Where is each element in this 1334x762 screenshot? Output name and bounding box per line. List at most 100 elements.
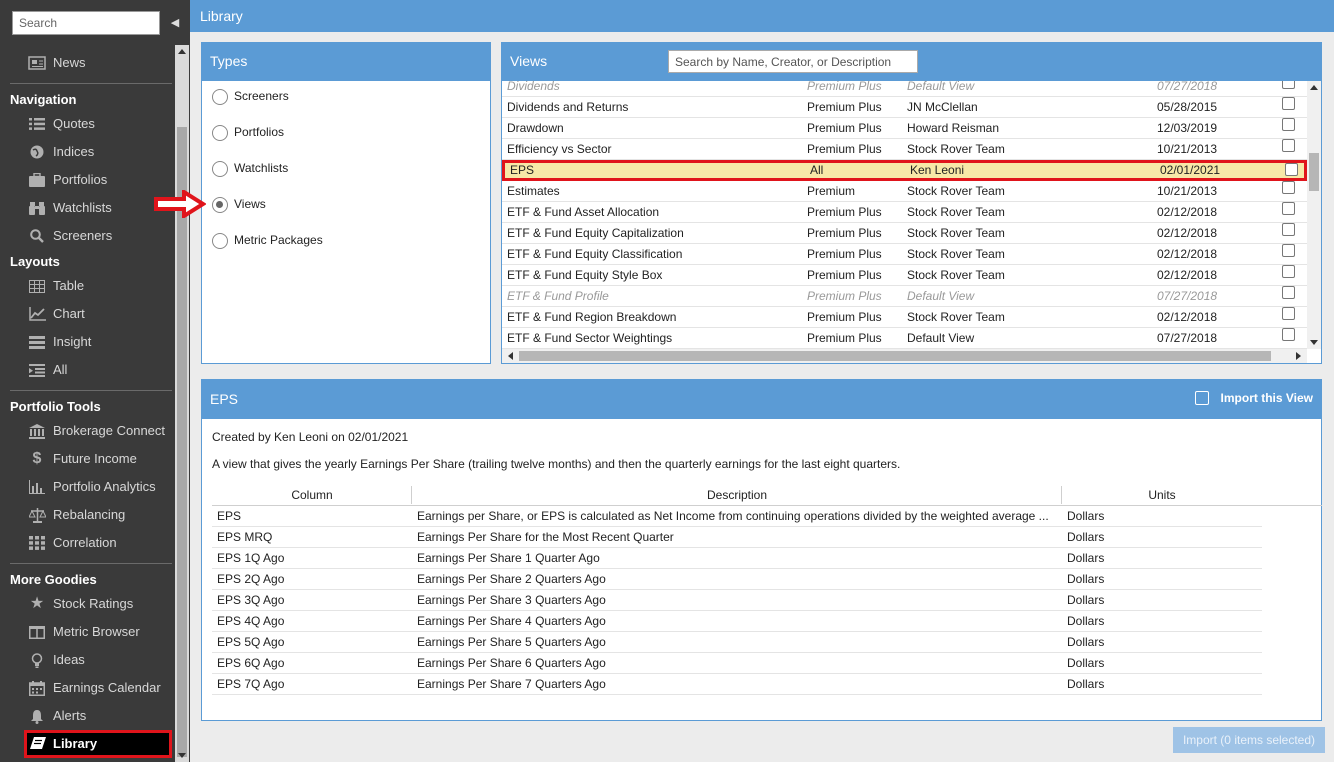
table-row[interactable]: EPS 1Q Ago Earnings Per Share 1 Quarter A… [212, 548, 1262, 569]
table-row[interactable]: EPS 7Q Ago Earnings Per Share 7 Quarters … [212, 674, 1262, 695]
view-row[interactable]: ETF & Fund Asset Allocation Premium Plus S… [502, 202, 1307, 223]
view-row[interactable]: ETF & Fund Equity Classification Premium … [502, 244, 1307, 265]
table-row[interactable]: EPS Earnings per Share, or EPS is calcula… [212, 506, 1262, 527]
view-row[interactable]: ETF & Fund Profile Premium Plus Default Vi… [502, 286, 1307, 307]
dollar-icon: $ [32, 450, 42, 467]
radio-button[interactable] [212, 232, 228, 249]
globe-icon [28, 144, 46, 160]
radio-button[interactable] [212, 160, 228, 177]
sidebar-item-insight[interactable]: Insight [24, 330, 172, 354]
view-plan: Premium Plus [807, 268, 882, 282]
row-checkbox[interactable] [1282, 244, 1295, 257]
view-row[interactable]: ETF & Fund Sector Weightings Premium Plus… [502, 328, 1307, 349]
sidebar-scrollbar[interactable] [175, 45, 189, 762]
column-header-description[interactable]: Description [412, 484, 1062, 506]
divider [10, 83, 172, 84]
scroll-left-arrow-icon[interactable] [508, 352, 513, 360]
view-row[interactable]: EPS All Ken Leoni 02/01/2021 [502, 160, 1307, 181]
row-checkbox[interactable] [1282, 286, 1295, 299]
sidebar-item-metric-browser[interactable]: Metric Browser [24, 620, 172, 644]
view-row[interactable]: ETF & Fund Equity Capitalization Premium … [502, 223, 1307, 244]
type-option-label: Screeners [234, 89, 289, 103]
sidebar-item-portfolio-analytics[interactable]: Portfolio Analytics [24, 475, 172, 499]
sidebar-item-all[interactable]: All [24, 358, 172, 382]
view-row[interactable]: ETF & Fund Equity Style Box Premium Plus S… [502, 265, 1307, 286]
table-row[interactable]: EPS 6Q Ago Earnings Per Share 6 Quarters … [212, 653, 1262, 674]
type-option-screeners[interactable]: Screeners [212, 88, 289, 108]
type-option-portfolios[interactable]: Portfolios [212, 124, 284, 144]
sidebar-item-future-income[interactable]: $ Future Income [24, 447, 172, 471]
row-checkbox[interactable] [1282, 328, 1295, 341]
import-this-view-checkbox[interactable]: Import this View [1194, 390, 1313, 406]
view-row[interactable]: ETF & Fund Region Breakdown Premium Plus S… [502, 307, 1307, 328]
row-checkbox[interactable] [1282, 202, 1295, 215]
sidebar-item-news[interactable]: News [24, 51, 172, 75]
view-row[interactable]: Drawdown Premium Plus Howard Reisman 12/03/… [502, 118, 1307, 139]
sidebar-item-watchlists[interactable]: Watchlists [24, 196, 172, 220]
view-description: A view that gives the yearly Earnings Pe… [212, 457, 901, 471]
scrollbar-thumb[interactable] [1309, 153, 1319, 191]
type-option-watchlists[interactable]: Watchlists [212, 160, 288, 180]
row-checkbox[interactable] [1282, 223, 1295, 236]
table-row[interactable]: EPS MRQ Earnings Per Share for the Most R… [212, 527, 1262, 548]
view-row[interactable]: Dividends and Returns Premium Plus JN McCl… [502, 97, 1307, 118]
sidebar-item-brokerage-connect[interactable]: Brokerage Connect [24, 419, 172, 443]
scroll-up-arrow-icon[interactable] [1310, 85, 1318, 90]
scroll-up-arrow-icon[interactable] [178, 49, 186, 54]
sidebar-item-stock-ratings[interactable]: ★ Stock Ratings [24, 592, 172, 616]
view-date: 07/27/2018 [1157, 331, 1218, 345]
sidebar-item-label: Brokerage Connect [53, 423, 166, 438]
table-row[interactable]: EPS 5Q Ago Earnings Per Share 5 Quarters … [212, 632, 1262, 653]
sidebar-item-ideas[interactable]: Ideas [24, 648, 172, 672]
column-header-column[interactable]: Column [212, 484, 412, 506]
radio-button[interactable] [212, 88, 228, 105]
cell-units: Dollars [1067, 635, 1105, 649]
view-row[interactable]: Estimates Premium Stock Rover Team 10/21/20… [502, 181, 1307, 202]
types-panel-title: Types [202, 43, 490, 81]
sidebar-item-rebalancing[interactable]: Rebalancing [24, 503, 172, 527]
checkbox-icon[interactable] [1194, 391, 1209, 405]
scroll-down-arrow-icon[interactable] [178, 753, 186, 758]
sidebar-item-correlation[interactable]: Correlation [24, 531, 172, 555]
views-vertical-scrollbar[interactable] [1307, 81, 1321, 349]
sidebar-item-library[interactable]: Library [24, 730, 172, 758]
column-header-units[interactable]: Units [1062, 484, 1262, 506]
row-checkbox[interactable] [1282, 181, 1295, 194]
scroll-down-arrow-icon[interactable] [1310, 340, 1318, 345]
row-checkbox[interactable] [1282, 307, 1295, 320]
import-button[interactable]: Import (0 items selected) [1173, 727, 1325, 753]
row-checkbox[interactable] [1282, 265, 1295, 278]
sidebar-item-table[interactable]: Table [24, 274, 172, 298]
radio-button[interactable] [212, 124, 228, 141]
table-row[interactable]: EPS 4Q Ago Earnings Per Share 4 Quarters … [212, 611, 1262, 632]
sidebar-item-alerts[interactable]: Alerts [24, 704, 172, 728]
radio-button-selected[interactable] [212, 196, 228, 213]
row-checkbox[interactable] [1282, 81, 1295, 89]
row-checkbox[interactable] [1282, 97, 1295, 110]
table-row[interactable]: EPS 3Q Ago Earnings Per Share 3 Quarters … [212, 590, 1262, 611]
sidebar-search-input[interactable] [12, 11, 160, 35]
row-checkbox[interactable] [1285, 163, 1298, 176]
section-heading-more-goodies: More Goodies [10, 572, 97, 587]
row-checkbox[interactable] [1282, 139, 1295, 152]
view-row[interactable]: Efficiency vs Sector Premium Plus Stock Ro… [502, 139, 1307, 160]
type-option-metric-packages[interactable]: Metric Packages [212, 232, 323, 252]
sidebar-item-chart[interactable]: Chart [24, 302, 172, 326]
type-option-views[interactable]: Views [212, 196, 266, 216]
views-horizontal-scrollbar[interactable] [502, 349, 1307, 363]
collapse-sidebar-button[interactable]: ◀ [166, 12, 184, 34]
scrollbar-thumb[interactable] [177, 127, 187, 757]
views-search-input[interactable] [668, 50, 918, 73]
sidebar-item-indices[interactable]: Indices [24, 140, 172, 164]
scroll-right-arrow-icon[interactable] [1296, 352, 1301, 360]
sidebar-item-quotes[interactable]: Quotes [24, 112, 172, 136]
sidebar-item-portfolios[interactable]: Portfolios [24, 168, 172, 192]
sidebar-item-earnings-calendar[interactable]: Earnings Calendar [24, 676, 172, 700]
row-checkbox[interactable] [1282, 118, 1295, 131]
type-option-label: Portfolios [234, 125, 285, 139]
scrollbar-thumb[interactable] [519, 351, 1271, 361]
table-row[interactable]: EPS 2Q Ago Earnings Per Share 2 Quarters … [212, 569, 1262, 590]
view-row[interactable]: Dividends Premium Plus Default View 07/27/2… [502, 81, 1307, 97]
sidebar-item-screeners[interactable]: Screeners [24, 224, 172, 248]
view-date: 10/21/2013 [1157, 184, 1218, 198]
